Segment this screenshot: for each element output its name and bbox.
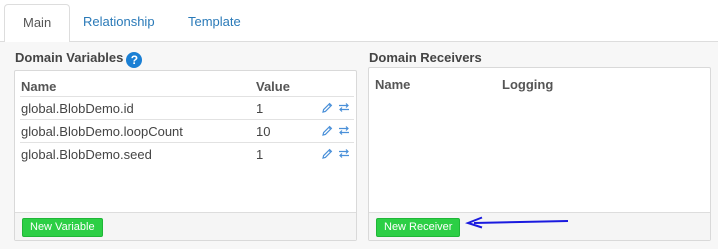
new-receiver-button[interactable]: New Receiver [376, 218, 461, 237]
variable-value: 10 [256, 124, 271, 139]
question-circle-icon[interactable]: ? [126, 52, 143, 68]
column-header-name: Name [375, 77, 411, 92]
domain-receivers-title: Domain Receivers [369, 50, 482, 65]
new-variable-button[interactable]: New Variable [22, 218, 103, 237]
swap-arrows-icon[interactable] [337, 101, 351, 114]
variable-name: global.BlobDemo.id [21, 101, 134, 116]
swap-arrows-icon[interactable] [337, 147, 351, 160]
table-row: global.BlobDemo.loopCount 10 [20, 119, 354, 142]
tab-bar: Main Relationship Template [0, 0, 718, 43]
variable-value: 1 [256, 101, 264, 116]
variable-name: global.BlobDemo.seed [21, 147, 152, 162]
pencil-edit-icon[interactable] [321, 147, 333, 160]
tab-template[interactable]: Template [170, 4, 259, 42]
tab-main[interactable]: Main [4, 4, 71, 43]
domain-variables-panel: Name Value global.BlobDemo.id 1 global.B… [14, 70, 357, 241]
domain-variables-footer: New Variable [15, 212, 356, 240]
domain-variables-heading: Domain Variables? [15, 50, 143, 68]
table-row: global.BlobDemo.seed 1 [20, 142, 354, 165]
column-header-name: Name [21, 79, 57, 94]
domain-variables-title: Domain Variables [15, 50, 124, 65]
annotation-arrow-icon [465, 216, 569, 229]
pencil-edit-icon[interactable] [321, 124, 333, 137]
tab-relationship[interactable]: Relationship [65, 4, 173, 42]
column-header-logging: Logging [502, 77, 554, 92]
swap-arrows-icon[interactable] [337, 124, 351, 137]
variable-value: 1 [256, 147, 264, 162]
variable-name: global.BlobDemo.loopCount [21, 124, 183, 139]
pencil-edit-icon[interactable] [321, 101, 333, 114]
table-row: global.BlobDemo.id 1 [20, 96, 354, 119]
tab-content-main: Domain Variables? Name Value global.Blob… [0, 42, 718, 249]
column-header-value: Value [256, 79, 290, 94]
